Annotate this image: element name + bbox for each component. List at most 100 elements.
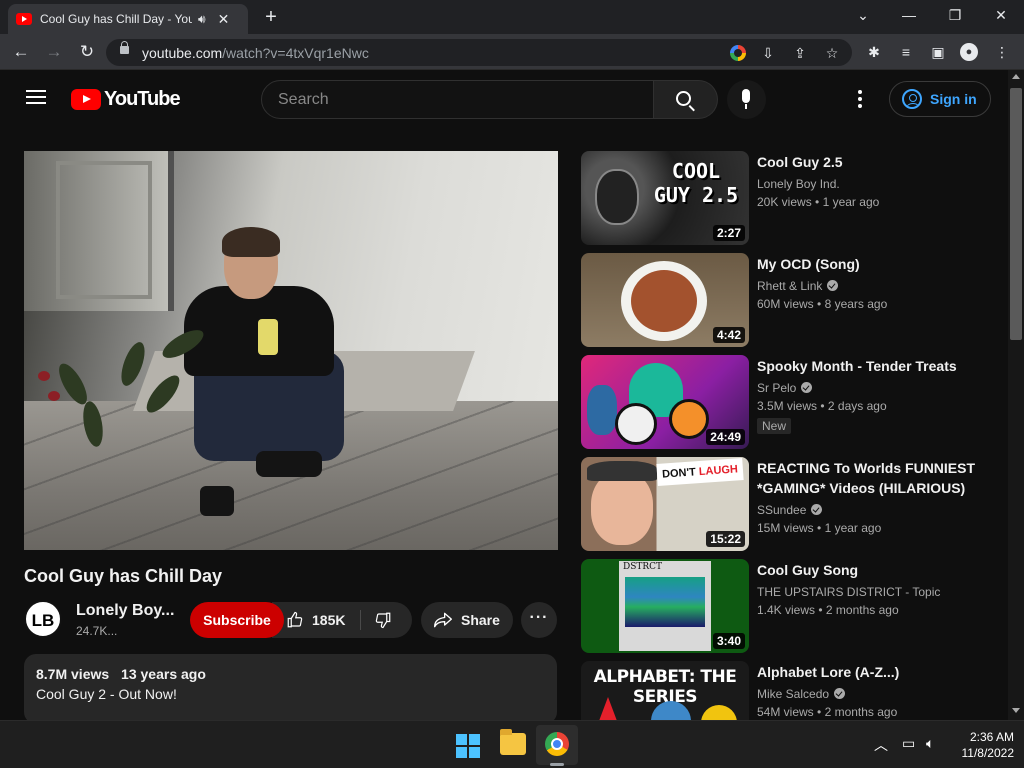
youtube-logo[interactable]: YouTube (71, 88, 181, 111)
rec-stats: 54M views • 2 months ago (757, 705, 898, 719)
subscriber-count: 24.7K... (76, 624, 118, 638)
duration-badge: 4:42 (712, 327, 745, 343)
reload-button[interactable]: ↻ (75, 40, 99, 64)
list-item[interactable]: 24:49 Spooky Month - Tender Treats Sr Pe… (581, 355, 1001, 449)
rec-channel[interactable]: SSundee (757, 501, 823, 519)
address-bar[interactable]: youtube.com/watch?v=4txVqr1eNwc ⇩ ⇪ ☆ (106, 39, 852, 66)
description-box[interactable]: 8.7M views 13 years ago Cool Guy 2 - Out… (24, 654, 557, 724)
share-page-icon[interactable]: ⇪ (790, 43, 810, 63)
sign-in-button[interactable]: Sign in (889, 81, 991, 117)
list-item[interactable]: DSTRCT 3:40 Cool Guy Song THE UPSTAIRS D… (581, 559, 1001, 653)
like-dislike-group: 185K (272, 602, 412, 638)
video-thumbnail[interactable]: ALPHABET: THE SERIES (581, 661, 749, 720)
video-thumbnail[interactable]: 4:42 (581, 253, 749, 347)
close-tab-icon[interactable]: ✕ (218, 11, 230, 28)
network-icon[interactable]: ▭ (902, 735, 915, 752)
scroll-thumb[interactable] (1010, 88, 1022, 340)
chevron-up-icon[interactable]: ︿ (874, 735, 888, 755)
restore-button[interactable]: ❐ (932, 0, 978, 30)
rec-title[interactable]: REACTING To Worlds FUNNIEST *GAMING* Vid… (757, 458, 997, 498)
speaker-icon[interactable]: 🔊︎ (198, 12, 206, 27)
rec-stats: 1.4K views • 2 months ago (757, 603, 899, 617)
share-button[interactable]: Share (421, 602, 513, 638)
verified-check-icon (811, 504, 823, 515)
google-lens-icon[interactable] (728, 43, 748, 63)
media-control-icon[interactable]: ≡ (896, 42, 916, 62)
duration-badge: 2:27 (712, 225, 745, 241)
video-thumbnail[interactable]: DON'T LAUGH 15:22 (581, 457, 749, 551)
more-actions-button[interactable]: ··· (521, 602, 557, 638)
duration-badge: 15:22 (706, 531, 745, 547)
list-item[interactable]: DON'T LAUGH 15:22 REACTING To Worlds FUN… (581, 457, 1001, 551)
scroll-down-arrow-icon[interactable] (1012, 708, 1020, 713)
rec-title[interactable]: Cool Guy Song (757, 560, 997, 580)
duration-badge: 3:40 (712, 633, 745, 649)
url-text[interactable]: youtube.com/watch?v=4txVqr1eNwc (142, 45, 369, 61)
settings-kebab-icon[interactable] (858, 90, 862, 108)
rec-channel[interactable]: Sr Pelo (757, 379, 813, 397)
side-panel-icon[interactable]: ▣ (928, 42, 948, 62)
video-thumbnail[interactable]: COOL GUY 2.5 2:27 (581, 151, 749, 245)
search-input[interactable] (278, 81, 653, 118)
minimize-button[interactable]: — (886, 0, 932, 30)
bookmark-star-icon[interactable]: ☆ (822, 43, 842, 63)
new-badge: New (757, 418, 792, 434)
thumbs-up-icon[interactable] (286, 611, 304, 629)
volume-icon[interactable]: 🔈︎ (926, 735, 934, 752)
duration-badge: 24:49 (706, 429, 745, 445)
subscribe-button[interactable]: Subscribe (190, 602, 284, 638)
rec-title[interactable]: Spooky Month - Tender Treats (757, 356, 997, 376)
chrome-icon (545, 732, 569, 756)
hamburger-menu-icon[interactable] (26, 90, 46, 104)
install-icon[interactable]: ⇩ (758, 43, 778, 63)
rec-channel[interactable]: Lonely Boy Ind. (757, 175, 840, 193)
video-thumbnail[interactable]: DSTRCT 3:40 (581, 559, 749, 653)
search-icon (676, 91, 691, 106)
rec-title[interactable]: Cool Guy 2.5 (757, 152, 997, 172)
video-player[interactable] (24, 151, 558, 550)
page-scrollbar[interactable] (1008, 70, 1024, 720)
rec-channel[interactable]: Mike Salcedo (757, 685, 846, 703)
new-tab-button[interactable]: + (260, 4, 282, 30)
profile-icon[interactable]: ● (960, 43, 978, 61)
lock-icon[interactable] (120, 41, 129, 54)
channel-name[interactable]: Lonely Boy... (76, 602, 174, 620)
browser-tab[interactable]: Cool Guy has Chill Day - YouTube 🔊︎ ✕ (8, 4, 248, 34)
verified-check-icon (827, 280, 839, 291)
extensions-icon[interactable]: ✱ (864, 42, 884, 62)
search-button[interactable] (654, 80, 718, 119)
file-explorer-icon[interactable] (500, 729, 526, 755)
list-item[interactable]: ALPHABET: THE SERIES Alphabet Lore (A-Z.… (581, 661, 1001, 720)
youtube-header: YouTube Sign in (0, 70, 1008, 126)
video-thumbnail[interactable]: 24:49 (581, 355, 749, 449)
chrome-taskbar-button[interactable] (536, 725, 578, 765)
browser-toolbar: ← → ↻ youtube.com/watch?v=4txVqr1eNwc ⇩ … (0, 34, 1024, 70)
rec-title[interactable]: Alphabet Lore (A-Z...) (757, 662, 997, 682)
close-window-button[interactable]: ✕ (978, 0, 1024, 30)
tab-search-icon[interactable]: ⌄ (840, 0, 886, 30)
voice-search-button[interactable] (727, 80, 766, 119)
search-box[interactable] (261, 80, 654, 119)
rec-stats: 15M views • 1 year ago (757, 521, 882, 535)
rec-channel[interactable]: Rhett & Link (757, 277, 839, 295)
thumbs-down-icon[interactable] (374, 611, 392, 629)
verified-check-icon (801, 382, 813, 393)
menu-kebab-icon[interactable]: ⋮ (992, 42, 1012, 62)
forward-button[interactable]: → (42, 40, 66, 64)
browser-titlebar: Cool Guy has Chill Day - YouTube 🔊︎ ✕ + … (0, 0, 1024, 34)
system-clock[interactable]: 2:36 AM 11/8/2022 (950, 729, 1015, 761)
list-item[interactable]: COOL GUY 2.5 2:27 Cool Guy 2.5 Lonely Bo… (581, 151, 1001, 245)
view-count: 8.7M views (36, 666, 110, 682)
rec-stats: 60M views • 8 years ago (757, 297, 888, 311)
rec-channel[interactable]: THE UPSTAIRS DISTRICT - Topic (757, 583, 940, 601)
back-button[interactable]: ← (9, 40, 33, 64)
windows-taskbar: ︿ ▭ 🔈︎ 2:36 AM 11/8/2022 (0, 720, 1024, 768)
scroll-up-arrow-icon[interactable] (1012, 74, 1020, 79)
list-item[interactable]: 4:42 My OCD (Song) Rhett & Link 60M view… (581, 253, 1001, 347)
rec-stats: 3.5M views • 2 days ago (757, 399, 887, 413)
rec-title[interactable]: My OCD (Song) (757, 254, 997, 274)
windows-start-icon[interactable] (456, 734, 480, 758)
account-icon (902, 89, 922, 109)
channel-avatar[interactable]: LB (24, 600, 62, 638)
like-count[interactable]: 185K (312, 612, 345, 628)
